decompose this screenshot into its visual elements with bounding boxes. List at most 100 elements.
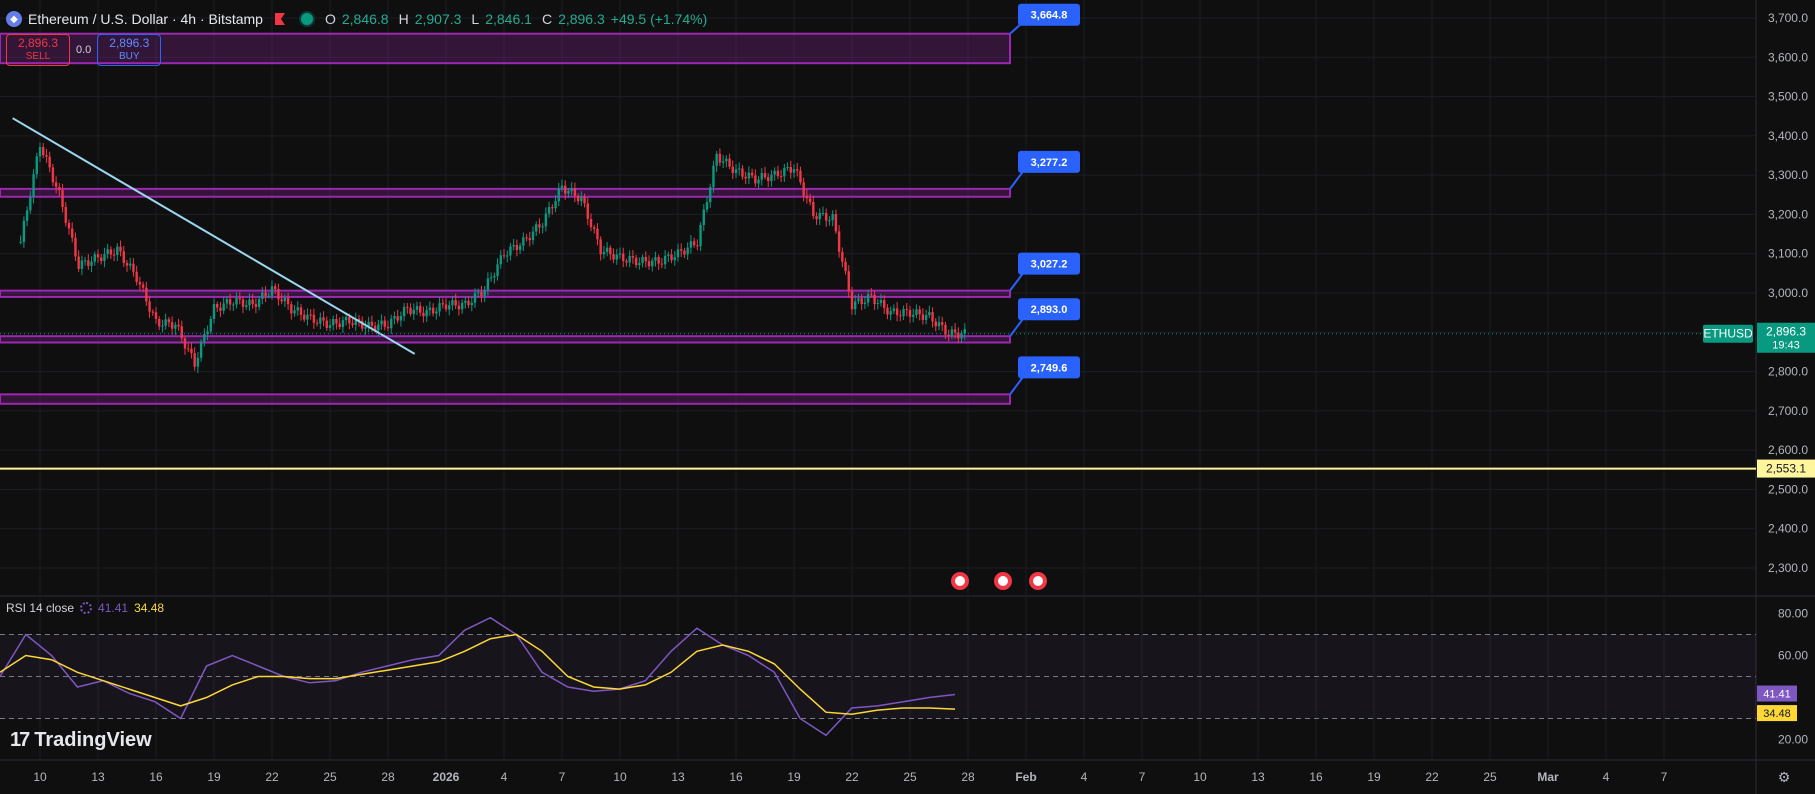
candle-body bbox=[902, 309, 905, 317]
time-tick-label: 13 bbox=[671, 770, 685, 784]
candle-body bbox=[802, 182, 805, 196]
time-tick-label: 16 bbox=[149, 770, 163, 784]
candle-body bbox=[170, 322, 174, 329]
candle-body bbox=[235, 298, 238, 305]
candle-body bbox=[457, 305, 461, 310]
event-flag-inner bbox=[955, 576, 965, 586]
symbol-legend[interactable]: ◆ Ethereum / U.S. Dollar · 4h · Bitstamp… bbox=[0, 0, 707, 38]
candle-body bbox=[199, 341, 203, 358]
candle-body bbox=[696, 245, 699, 247]
candle-body bbox=[161, 325, 164, 327]
sell-button[interactable]: 2,896.3 SELL bbox=[6, 34, 70, 66]
candle-body bbox=[141, 284, 145, 288]
candle-body bbox=[628, 256, 631, 263]
candle-body bbox=[38, 147, 42, 157]
candle-body bbox=[525, 237, 528, 239]
candle-body bbox=[245, 305, 248, 307]
candle-body bbox=[290, 304, 293, 314]
candle-body bbox=[22, 220, 26, 242]
candle-body bbox=[25, 210, 29, 221]
candle-body bbox=[489, 277, 493, 279]
candle-body bbox=[332, 319, 335, 326]
low-value: 2,846.1 bbox=[485, 11, 532, 27]
time-tick-label: 19 bbox=[207, 770, 221, 784]
candle-body bbox=[502, 255, 506, 257]
price-tick-label: 3,400.0 bbox=[1768, 129, 1808, 143]
candle-body bbox=[593, 227, 596, 229]
sr-zone bbox=[0, 187, 1011, 198]
candle-body bbox=[892, 308, 896, 312]
candle-body bbox=[470, 302, 473, 306]
candle-body bbox=[396, 316, 399, 321]
candle-body bbox=[686, 247, 689, 255]
price-tick-label: 2,600.0 bbox=[1768, 443, 1808, 457]
candle-body bbox=[45, 155, 48, 157]
price-tick-label: 3,500.0 bbox=[1768, 90, 1808, 104]
candle-body bbox=[821, 212, 825, 214]
candle-body bbox=[422, 312, 425, 317]
ethereum-icon: ◆ bbox=[6, 11, 22, 27]
candle-body bbox=[267, 295, 270, 297]
candle-body bbox=[219, 307, 222, 311]
candle-body bbox=[847, 271, 850, 292]
time-tick-label: 7 bbox=[1139, 770, 1146, 784]
candle-body bbox=[796, 169, 799, 171]
tradingview-watermark[interactable]: 17 TradingView bbox=[10, 729, 152, 752]
time-tick-label: 25 bbox=[903, 770, 917, 784]
candle-body bbox=[544, 213, 548, 227]
candle-body bbox=[564, 185, 567, 194]
rsi-value-tag-label: 41.41 bbox=[1763, 689, 1791, 701]
symbol-badge-label: ETHUSD bbox=[1703, 327, 1753, 341]
rsi-legend[interactable]: RSI 14 close 41.41 34.48 bbox=[6, 601, 164, 615]
candle-body bbox=[747, 172, 751, 179]
high-label: H bbox=[398, 11, 409, 27]
candle-body bbox=[232, 304, 235, 306]
candle-body bbox=[177, 324, 180, 327]
time-tick-label: 7 bbox=[559, 770, 566, 784]
time-tick-label: 28 bbox=[961, 770, 975, 784]
candle-body bbox=[32, 174, 35, 198]
candle-body bbox=[560, 185, 564, 189]
candle-body bbox=[818, 212, 821, 220]
candle-body bbox=[493, 276, 496, 278]
candle-body bbox=[812, 201, 815, 217]
candle-body bbox=[274, 286, 277, 290]
candle-body bbox=[112, 254, 116, 256]
candle-body bbox=[731, 166, 734, 174]
candle-body bbox=[122, 251, 125, 263]
candle-body bbox=[248, 299, 251, 306]
event-flag-inner bbox=[998, 576, 1008, 586]
candle-body bbox=[399, 316, 403, 321]
buy-button[interactable]: 2,896.3 BUY bbox=[97, 34, 162, 66]
settings-gear-icon[interactable]: ⚙ bbox=[1778, 770, 1791, 786]
price-tick-label: 2,300.0 bbox=[1768, 561, 1808, 575]
candle-body bbox=[409, 307, 412, 315]
symbol-title[interactable]: Ethereum / U.S. Dollar · 4h · Bitstamp bbox=[28, 11, 263, 27]
candle-body bbox=[148, 301, 151, 312]
candle-body bbox=[870, 294, 873, 296]
candle-body bbox=[599, 239, 602, 255]
candle-body bbox=[187, 348, 190, 350]
candle-body bbox=[425, 310, 428, 317]
candle-body bbox=[129, 263, 132, 266]
time-tick-label: 13 bbox=[1251, 770, 1265, 784]
time-tick-label: 16 bbox=[729, 770, 743, 784]
candle-body bbox=[132, 263, 135, 272]
market-status-icon[interactable] bbox=[298, 11, 315, 27]
candle-body bbox=[805, 195, 809, 199]
candle-body bbox=[667, 254, 670, 256]
flag-icon[interactable] bbox=[274, 13, 285, 25]
buy-price: 2,896.3 bbox=[109, 36, 150, 50]
candle-body bbox=[721, 161, 725, 163]
candle-body bbox=[145, 287, 148, 302]
candle-body bbox=[895, 308, 899, 316]
candle-body bbox=[928, 312, 931, 316]
candle-body bbox=[596, 228, 599, 240]
candle-body bbox=[335, 319, 338, 324]
time-tick-label: 10 bbox=[613, 770, 627, 784]
candle-body bbox=[238, 298, 241, 300]
candle-body bbox=[660, 263, 664, 265]
chart-canvas[interactable]: 3,700.0 3,600.0 3,500.0 3,400.0 3,300.0 3,200… bbox=[0, 0, 1815, 794]
candle-body bbox=[393, 316, 396, 319]
rsi-ma-value: 34.48 bbox=[134, 601, 165, 615]
